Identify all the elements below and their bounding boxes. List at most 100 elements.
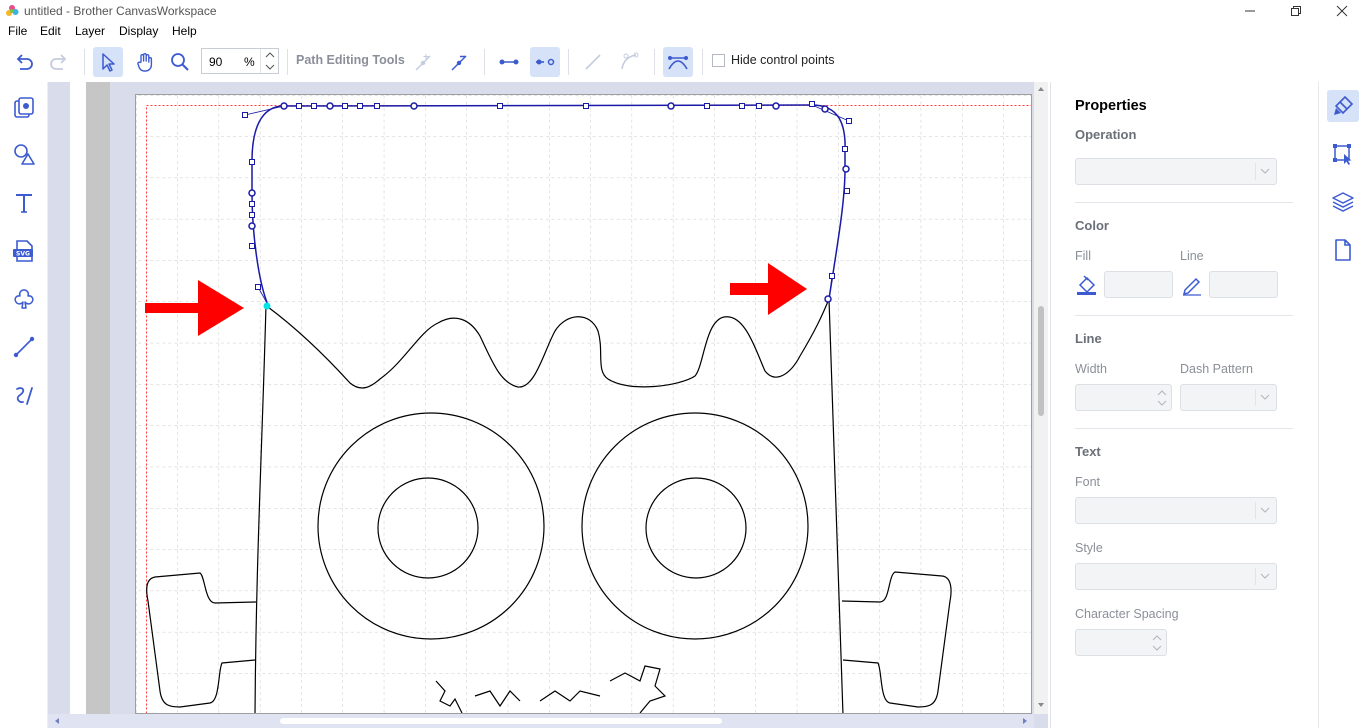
character-spacing-label: Character Spacing xyxy=(1075,607,1179,621)
split-nodes-icon xyxy=(536,58,555,66)
scroll-right-icon[interactable] xyxy=(1018,714,1032,728)
line-color-label: Line xyxy=(1180,249,1204,263)
stepper-arrows-icon xyxy=(1157,390,1167,406)
character-spacing-stepper[interactable] xyxy=(1075,629,1167,656)
menu-help[interactable]: Help xyxy=(172,24,197,38)
toolbar-separator xyxy=(484,49,485,75)
project-tool-button[interactable] xyxy=(8,92,40,124)
zoom-stepper[interactable] xyxy=(260,49,278,73)
title-bar: untitled - Brother CanvasWorkspace xyxy=(0,0,1366,22)
hide-control-points-label: Hide control points xyxy=(731,53,835,67)
straight-segment-button[interactable] xyxy=(578,47,608,77)
zoom-tool-button[interactable] xyxy=(165,47,195,77)
chevron-down-icon xyxy=(1260,394,1270,400)
properties-tab[interactable] xyxy=(1327,90,1359,122)
freehand-tool-button[interactable] xyxy=(8,379,40,411)
add-node-icon xyxy=(415,54,431,71)
line-tool-button[interactable] xyxy=(8,331,40,363)
minimize-button[interactable] xyxy=(1227,0,1273,22)
mat-paper[interactable] xyxy=(135,94,1032,714)
restore-button[interactable] xyxy=(1273,0,1319,22)
line-icon xyxy=(13,336,35,358)
page-icon xyxy=(1335,239,1351,261)
delete-node-button[interactable] xyxy=(444,47,474,77)
straight-line-icon xyxy=(585,54,601,70)
window-title: untitled - Brother CanvasWorkspace xyxy=(24,4,217,18)
svg-import-button[interactable]: SVG xyxy=(8,235,40,267)
divider xyxy=(1075,202,1293,203)
zoom-unit: % xyxy=(244,55,255,69)
undo-icon xyxy=(16,54,33,70)
join-nodes-icon xyxy=(499,59,519,65)
menu-layer[interactable]: Layer xyxy=(75,24,105,38)
scroll-down-icon[interactable] xyxy=(1034,698,1048,712)
horizontal-scrollbar[interactable] xyxy=(48,714,1034,728)
font-select[interactable] xyxy=(1075,497,1277,524)
split-nodes-button[interactable] xyxy=(530,47,560,77)
magnifier-icon xyxy=(171,53,189,71)
divider xyxy=(1075,428,1293,429)
highlighted-node[interactable] xyxy=(263,302,271,310)
menu-edit[interactable]: Edit xyxy=(40,24,61,38)
divider xyxy=(1075,315,1293,316)
zoom-value[interactable]: 90 xyxy=(209,55,222,69)
close-button[interactable] xyxy=(1319,0,1365,22)
hide-control-points-checkbox[interactable] xyxy=(712,53,725,67)
undo-button[interactable] xyxy=(9,47,39,77)
menu-display[interactable]: Display xyxy=(119,24,158,38)
canvas-area[interactable] xyxy=(48,82,1048,728)
scroll-up-icon[interactable] xyxy=(1034,82,1048,96)
page-tab[interactable] xyxy=(1327,234,1359,266)
left-toolbar: SVG xyxy=(0,82,48,728)
color-label: Color xyxy=(1075,218,1109,233)
restore-icon xyxy=(1291,6,1301,16)
text-tool-button[interactable] xyxy=(8,187,40,219)
font-label: Font xyxy=(1075,475,1101,489)
properties-panel: Properties Operation Color Fill Line Lin… xyxy=(1050,82,1317,728)
line-width-stepper[interactable] xyxy=(1075,384,1172,411)
svg-text:SVG: SVG xyxy=(16,251,30,258)
svg-import-icon: SVG xyxy=(13,240,33,262)
join-nodes-button[interactable] xyxy=(494,47,524,77)
horizontal-scroll-thumb[interactable] xyxy=(280,718,722,724)
chevron-down-icon xyxy=(1260,507,1270,513)
stepper-arrows-icon xyxy=(1152,635,1162,651)
style-select[interactable] xyxy=(1075,563,1277,590)
redo-icon xyxy=(50,54,67,70)
select-tool-button[interactable] xyxy=(93,47,123,77)
smooth-node-button[interactable] xyxy=(663,47,693,77)
shapes-tool-button[interactable] xyxy=(8,139,40,171)
menu-file[interactable]: File xyxy=(8,24,27,38)
transform-tab[interactable] xyxy=(1327,138,1359,170)
toolbar-separator xyxy=(84,49,85,75)
delete-node-icon xyxy=(451,55,467,71)
hide-control-points-toggle[interactable]: Hide control points xyxy=(712,53,835,67)
line-color-swatch[interactable] xyxy=(1209,271,1278,298)
hand-icon xyxy=(137,53,153,72)
properties-brush-icon xyxy=(1334,95,1354,115)
curve-segment-button[interactable] xyxy=(614,47,644,77)
toolbar-separator xyxy=(287,49,288,75)
vertical-scroll-thumb[interactable] xyxy=(1038,306,1044,416)
menu-bar: File Edit Layer Display Help xyxy=(0,22,1366,40)
redo-button[interactable] xyxy=(44,47,74,77)
operation-select[interactable] xyxy=(1075,158,1277,185)
vertical-scrollbar[interactable] xyxy=(1034,82,1048,714)
curve-segment-icon xyxy=(621,52,639,70)
dash-pattern-select[interactable] xyxy=(1180,384,1277,411)
style-label: Style xyxy=(1075,541,1103,555)
fill-bucket-icon xyxy=(1077,275,1096,295)
chevron-down-icon xyxy=(1260,573,1270,579)
chevron-down-icon xyxy=(1260,168,1270,174)
canvas-gray-strip xyxy=(86,82,110,722)
hand-tool-button[interactable] xyxy=(130,47,160,77)
scroll-left-icon[interactable] xyxy=(50,714,64,728)
fill-label: Fill xyxy=(1075,249,1091,263)
dash-pattern-label: Dash Pattern xyxy=(1180,362,1253,376)
zoom-input[interactable]: 90 % xyxy=(201,48,279,74)
fill-color-swatch[interactable] xyxy=(1104,271,1173,298)
layers-tab[interactable] xyxy=(1327,186,1359,218)
pattern-tool-button[interactable] xyxy=(8,283,40,315)
add-node-button[interactable] xyxy=(408,47,438,77)
design-canvas[interactable] xyxy=(136,95,1032,714)
